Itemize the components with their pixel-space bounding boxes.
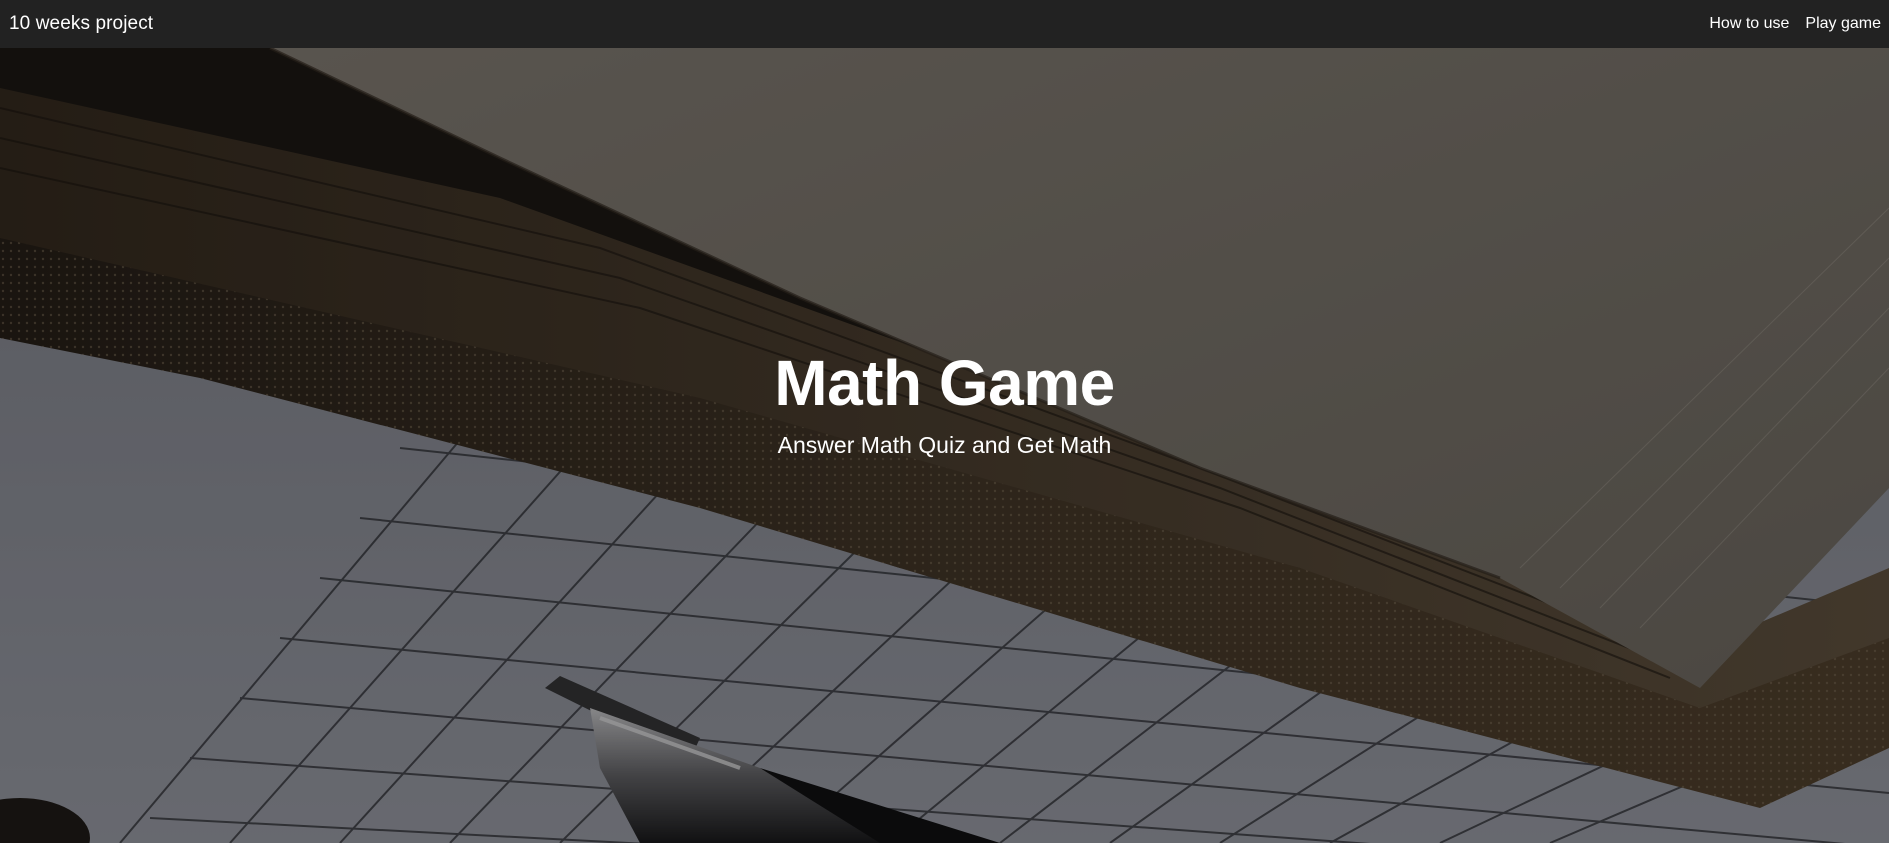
nav-links: How to use Play game	[1709, 15, 1881, 33]
hero-subtitle: Answer Math Quiz and Get Math	[777, 432, 1112, 459]
page: 10 weeks project How to use Play game Ma…	[0, 0, 1889, 843]
hero-title: Math Game	[774, 347, 1115, 419]
nav-link-play-game[interactable]: Play game	[1805, 15, 1881, 33]
navbar: 10 weeks project How to use Play game	[0, 0, 1889, 48]
hero-content: Math Game Answer Math Quiz and Get Math	[0, 348, 1889, 459]
nav-link-how-to-use[interactable]: How to use	[1709, 15, 1789, 33]
hero-section: Math Game Answer Math Quiz and Get Math	[0, 48, 1889, 843]
brand-link[interactable]: 10 weeks project	[9, 13, 153, 35]
